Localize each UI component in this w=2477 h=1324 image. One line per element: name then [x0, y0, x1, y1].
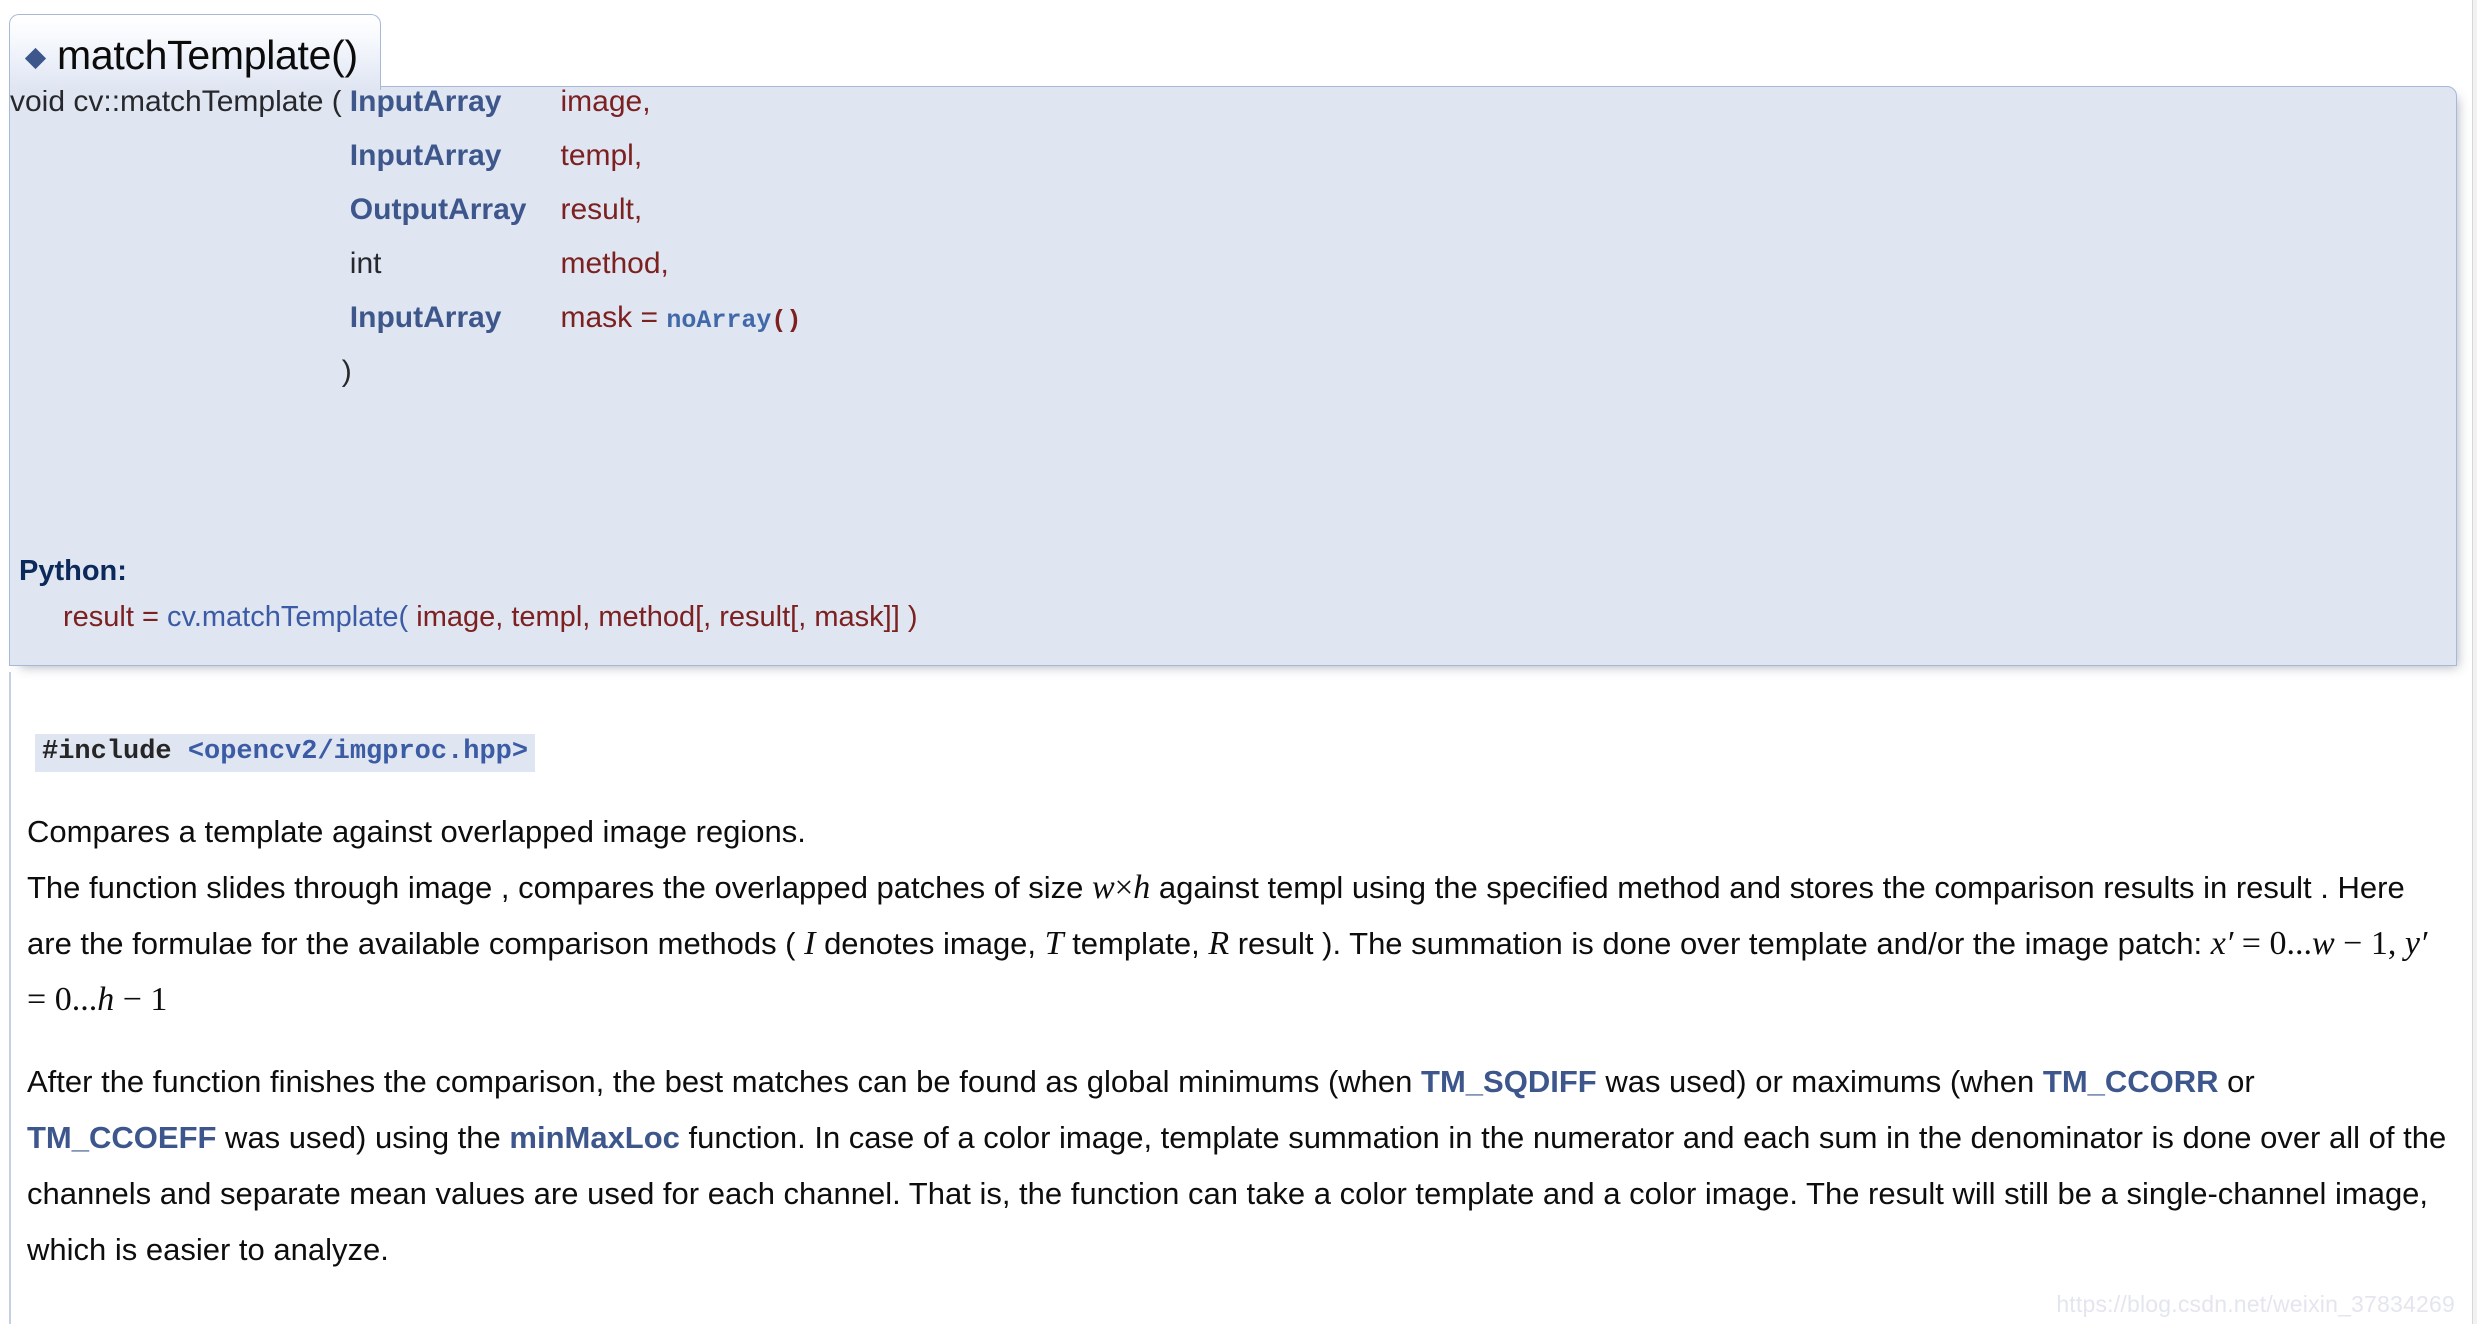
python-args: image, templ, method[, result[, mask]] )	[408, 601, 918, 633]
formula-var-h: h	[97, 981, 115, 1018]
formula-one: 1	[150, 981, 168, 1018]
formula-equals: =	[2233, 925, 2270, 962]
signature-spacer	[10, 357, 342, 411]
formula-prime: ′	[2419, 925, 2428, 962]
param-type-result[interactable]: OutputArray	[342, 195, 561, 249]
python-signature: result = cv.matchTemplate( image, templ,…	[63, 601, 917, 634]
link-tm-ccoeff[interactable]: TM_CCOEFF	[27, 1120, 216, 1155]
signature-spacer	[10, 195, 342, 249]
math-var-T: T	[1044, 925, 1064, 962]
watermark-text: https://blog.csdn.net/weixin_37834269	[2056, 1291, 2455, 1317]
page-title: matchTemplate()	[57, 32, 358, 78]
desc-text-segment: template,	[1063, 926, 1209, 961]
signature-spacer	[10, 141, 342, 195]
param-type-mask[interactable]: InputArray	[342, 303, 561, 357]
math-var-h: h	[1133, 869, 1151, 906]
link-min-max-loc[interactable]: minMaxLoc	[509, 1120, 680, 1155]
link-tm-sqdiff[interactable]: TM_SQDIFF	[1421, 1064, 1597, 1099]
formula-var-y: y	[2404, 925, 2420, 962]
param-default-parens: ()	[771, 306, 802, 335]
signature-spacer	[560, 357, 801, 411]
signature-row: void cv::matchTemplate ( InputArray imag…	[10, 87, 801, 141]
include-keyword: #include	[42, 737, 188, 767]
param-default-fn: noArray	[666, 306, 772, 335]
member-title-tab: matchTemplate()	[9, 14, 381, 90]
detailed-description-paragraph: The function slides through image , comp…	[27, 860, 2447, 1028]
link-tm-ccorr[interactable]: TM_CCORR	[2043, 1064, 2219, 1099]
signature-row: InputArray mask = noArray()	[10, 303, 802, 357]
python-function-name: cv.matchTemplate(	[166, 601, 409, 633]
signature-row: InputArray templ,	[10, 141, 801, 195]
signature-close-paren: )	[341, 355, 352, 388]
function-signature-head: void cv::matchTemplate (	[10, 85, 342, 118]
page-right-edge	[2472, 0, 2477, 1324]
signature-table: void cv::matchTemplate ( InputArray imag…	[10, 87, 801, 411]
formula-range: 0...	[54, 981, 98, 1018]
param-name-result: result,	[560, 193, 643, 226]
formula-minus: −	[2334, 925, 2371, 962]
member-documentation: #include <opencv2/imgproc.hpp> Compares …	[9, 672, 2457, 1324]
function-prototype-block: void cv::matchTemplate ( InputArray imag…	[9, 86, 2457, 666]
math-operator-times: ×	[1114, 870, 1134, 906]
signature-row: int method,	[10, 249, 801, 303]
formula-range: 0...	[2269, 925, 2312, 962]
param-type-method: int	[349, 247, 382, 280]
formula-minus: −	[114, 981, 151, 1018]
desc-text-segment: The function slides through image , comp…	[27, 870, 1092, 905]
desc-text-segment: result ). The summation is done over tem…	[1229, 926, 2211, 961]
param-name-templ: templ,	[560, 139, 643, 172]
signature-spacer	[10, 249, 342, 303]
diamond-bullet-icon	[24, 47, 47, 70]
param-name-image: image,	[560, 85, 651, 118]
desc-text-segment: was used) using the	[216, 1120, 510, 1155]
desc-text-segment: or	[2218, 1064, 2255, 1099]
math-var-w: w	[1091, 869, 1115, 906]
include-directive: #include <opencv2/imgproc.hpp>	[35, 734, 536, 772]
param-default-mask: noArray()	[666, 306, 801, 335]
brief-description: Compares a template against overlapped i…	[27, 814, 806, 849]
python-section-label: Python:	[19, 555, 127, 587]
formula-var-x: x	[2210, 925, 2226, 962]
signature-row: OutputArray result,	[10, 195, 801, 249]
math-var-R: R	[1208, 925, 1230, 962]
desc-text-segment: After the function finishes the comparis…	[27, 1064, 1422, 1099]
formula-comma: ,	[2387, 925, 2405, 962]
math-var-I: I	[804, 925, 816, 962]
formula-equals: =	[27, 981, 55, 1018]
param-type-image[interactable]: InputArray	[342, 87, 561, 141]
desc-text-segment: was used) or maximums (when	[1596, 1064, 2043, 1099]
param-type-templ[interactable]: InputArray	[342, 141, 561, 195]
include-header-path[interactable]: <opencv2/imgproc.hpp>	[188, 737, 528, 767]
signature-row: )	[10, 357, 801, 411]
param-name-mask-text: mask =	[560, 301, 667, 334]
methods-description-paragraph: After the function finishes the comparis…	[27, 1054, 2447, 1278]
formula-var-w: w	[2311, 925, 2335, 962]
formula-one: 1	[2370, 925, 2388, 962]
param-name-mask: mask = noArray()	[560, 303, 801, 357]
python-assign: result =	[63, 601, 167, 633]
signature-spacer	[10, 303, 342, 357]
desc-text-segment: denotes image,	[815, 926, 1045, 961]
param-name-method: method,	[560, 247, 669, 280]
